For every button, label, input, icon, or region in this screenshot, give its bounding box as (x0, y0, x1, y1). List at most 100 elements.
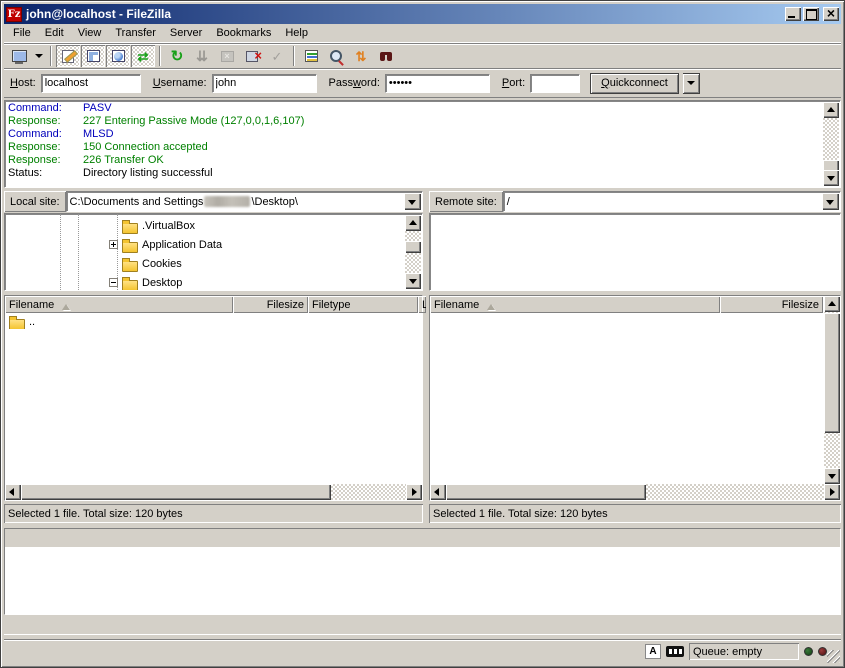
menu-bar: FileEditViewTransferServerBookmarksHelp (4, 24, 841, 43)
toggle-local-tree-button[interactable] (81, 45, 105, 67)
toggle-queue-button[interactable]: ⇄ (131, 45, 155, 67)
local-directory-tree: .VirtualBoxApplication DataCookiesDeskto… (4, 213, 423, 291)
scroll-left-icon[interactable] (5, 484, 21, 500)
scroll-up-icon[interactable] (823, 102, 839, 118)
filezilla-window: Fz john@localhost - FileZilla FileEditVi… (0, 0, 845, 668)
local-pane: Local site: C:\Documents and Settings\De… (4, 191, 423, 523)
menu-edit[interactable]: Edit (38, 25, 71, 41)
Cookies[interactable]: Cookies (5, 254, 405, 273)
sync-browse-button[interactable]: ⇅ (349, 45, 373, 67)
host-label: Host: (10, 77, 36, 89)
toggle-remote-tree-button[interactable] (106, 45, 130, 67)
log-line: Command:PASV (8, 102, 822, 115)
tree-expander-icon[interactable] (109, 278, 118, 287)
site-manager-dropdown[interactable] (32, 45, 46, 67)
scroll-up-icon[interactable] (405, 215, 421, 231)
process-queue-button[interactable]: ⇊ (190, 45, 214, 67)
folder-icon (122, 238, 139, 252)
close-button[interactable] (823, 7, 839, 21)
remote-file-list: Filename Filesize (429, 295, 841, 501)
app-icon: Fz (6, 7, 22, 22)
log-line: Response:227 Entering Passive Mode (127,… (8, 115, 822, 128)
column-filetype[interactable]: Filetype (308, 296, 418, 313)
menu-bookmarks[interactable]: Bookmarks (209, 25, 278, 41)
column-filename[interactable]: Filename (5, 296, 233, 313)
..[interactable]: .. (5, 313, 422, 330)
menu-file[interactable]: File (6, 25, 38, 41)
title-bar[interactable]: Fz john@localhost - FileZilla (4, 4, 841, 24)
toolbar-separator (159, 46, 161, 66)
Desktop[interactable]: Desktop (5, 273, 405, 291)
log-scrollbar[interactable] (823, 102, 839, 186)
filter-button[interactable] (299, 45, 323, 67)
quickconnect-button[interactable]: Quickconnect (590, 73, 679, 94)
quickconnect-dropdown[interactable] (683, 73, 700, 94)
port-label: Port: (502, 77, 525, 89)
toolbar: ⇄ ↻⇊× ✓ ⇅ (4, 43, 841, 69)
disconnect-button[interactable] (240, 45, 264, 67)
toggle-message-log-button[interactable] (56, 45, 80, 67)
quickconnect-bar: Host: Username: Password: Port: Quickcon… (4, 69, 841, 98)
password-input[interactable] (385, 74, 490, 93)
local-tree-scrollbar[interactable] (405, 215, 421, 289)
queue-status-text: Queue: empty (689, 643, 799, 660)
log-line: Status:Directory listing successful (8, 167, 822, 180)
minimize-button[interactable] (785, 7, 801, 21)
column-filename[interactable]: Filename (430, 296, 720, 313)
folder-icon (122, 276, 139, 290)
menu-view[interactable]: View (71, 25, 109, 41)
menu-transfer[interactable]: Transfer (108, 25, 163, 41)
queue-body[interactable] (5, 547, 840, 614)
transfer-type-icon[interactable]: A (645, 644, 661, 659)
local-site-combo[interactable]: C:\Documents and Settings\Desktop\ (66, 191, 423, 212)
site-manager-button[interactable] (7, 45, 31, 67)
remote-pane: Remote site: / Filename Filesize (429, 191, 841, 523)
scroll-down-icon[interactable] (405, 273, 421, 289)
menu-server[interactable]: Server (163, 25, 209, 41)
column-filesize[interactable]: Filesize (720, 296, 823, 313)
log-line: Response:150 Connection accepted (8, 141, 822, 154)
scroll-up-icon[interactable] (824, 296, 840, 312)
cancel-button[interactable]: × (215, 45, 239, 67)
resize-grip[interactable] (827, 650, 840, 663)
find-button[interactable] (374, 45, 398, 67)
remote-vscrollbar[interactable] (823, 296, 840, 484)
Application Data[interactable]: Application Data (5, 235, 405, 254)
host-input[interactable] (41, 74, 141, 93)
redacted-username (204, 196, 250, 207)
username-label: Username: (153, 77, 207, 89)
password-label: Password: (329, 77, 380, 89)
speed-limits-icon[interactable] (666, 646, 684, 657)
remote-hscrollbar[interactable] (430, 484, 840, 500)
combo-dropdown-icon[interactable] (822, 193, 839, 210)
column-lastmodified[interactable]: L (418, 296, 426, 313)
scroll-down-icon[interactable] (823, 170, 839, 186)
refresh-button[interactable]: ↻ (165, 45, 189, 67)
local-hscrollbar[interactable] (5, 484, 422, 500)
log-line: Response:226 Transfer OK (8, 154, 822, 167)
tree-expander-icon[interactable] (109, 240, 118, 249)
toolbar-separator (293, 46, 295, 66)
scroll-right-icon[interactable] (824, 484, 840, 500)
remote-directory-tree (429, 213, 841, 291)
menu-help[interactable]: Help (278, 25, 315, 41)
remote-site-combo[interactable]: / (503, 191, 841, 212)
maximize-button[interactable] (803, 7, 819, 21)
sort-asc-icon (487, 300, 495, 310)
remote-site-label: Remote site: (429, 191, 503, 212)
local-list-header: Filename Filesize Filetype L (5, 296, 422, 313)
combo-dropdown-icon[interactable] (404, 193, 421, 210)
log-line: Command:MLSD (8, 128, 822, 141)
.VirtualBox[interactable]: .VirtualBox (5, 216, 405, 235)
port-input[interactable] (530, 74, 580, 93)
username-input[interactable] (212, 74, 317, 93)
compare-button[interactable] (324, 45, 348, 67)
scroll-left-icon[interactable] (430, 484, 446, 500)
remote-list-header: Filename Filesize (430, 296, 823, 313)
reconnect-button[interactable]: ✓ (265, 45, 289, 67)
scroll-right-icon[interactable] (406, 484, 422, 500)
scroll-down-icon[interactable] (824, 468, 840, 484)
sort-asc-icon (62, 300, 70, 310)
column-filesize[interactable]: Filesize (233, 296, 308, 313)
queue-tabs (4, 615, 841, 635)
